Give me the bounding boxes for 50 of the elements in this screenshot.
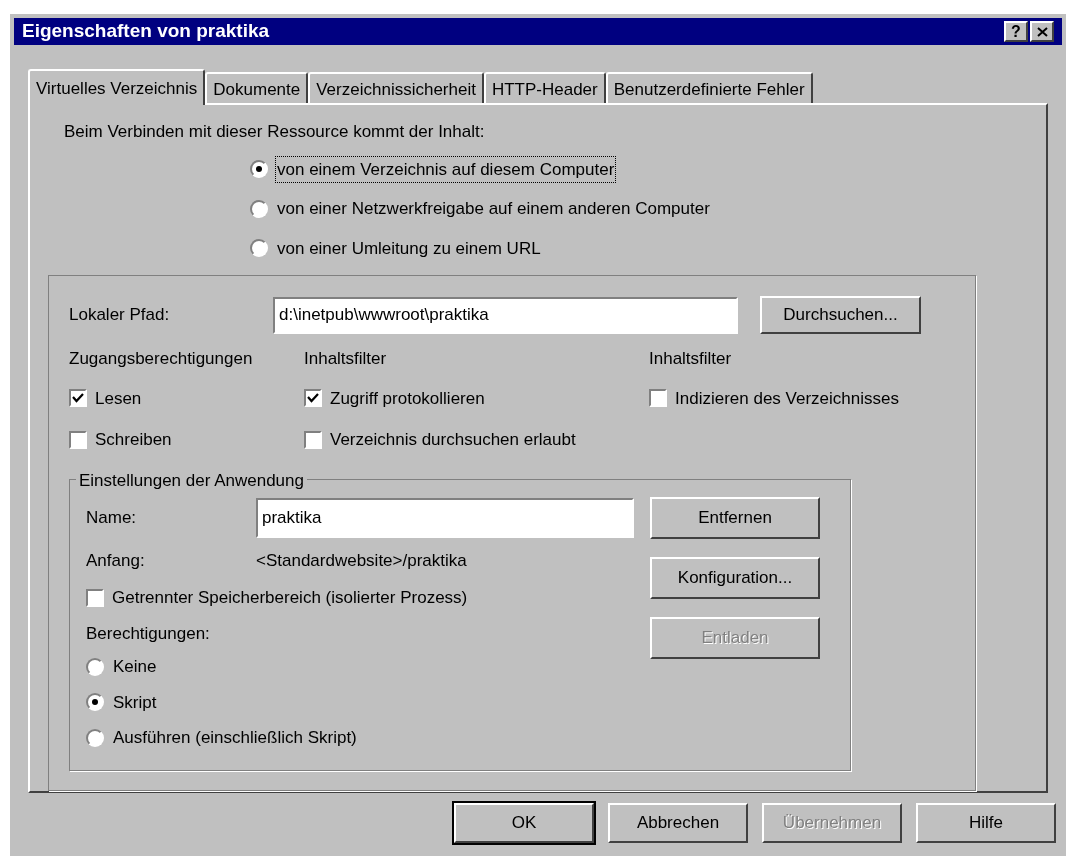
close-icon — [1036, 26, 1048, 37]
radio-label: Ausführen (einschließlich Skript) — [112, 727, 358, 749]
tab[interactable]: Dokumente — [205, 72, 309, 103]
dialog-button[interactable]: Hilfe — [916, 803, 1056, 843]
name-field[interactable]: praktika — [256, 497, 634, 538]
tab[interactable]: Virtuelles Verzeichnis — [28, 69, 206, 105]
group-heading: Inhaltsfilter — [649, 348, 733, 370]
dialog-button[interactable]: OK — [454, 803, 594, 843]
radio-button[interactable] — [250, 160, 268, 179]
checkbox[interactable] — [304, 389, 322, 408]
group-heading: Zugangsberechtigungen — [69, 348, 254, 370]
group-heading: Inhaltsfilter — [304, 348, 388, 370]
dialog-button[interactable]: Abbrechen — [608, 803, 748, 843]
radio-button[interactable] — [86, 728, 104, 747]
checkbox-label: Lesen — [95, 387, 142, 410]
radio-label: Keine — [112, 656, 158, 678]
field-label: Lokaler Pfad: — [69, 304, 171, 327]
radio-label: Skript — [112, 691, 158, 714]
source-label: Beim Verbinden mit dieser Ressource kommt der Inhalt: — [64, 121, 486, 143]
radio-button[interactable] — [86, 657, 104, 676]
tab[interactable]: HTTP-Header — [483, 72, 606, 103]
radio-label: von einem Verzeichnis auf diesem Computer — [276, 156, 616, 182]
window-title: Eigenschaften von praktika — [22, 19, 270, 44]
dialog-button[interactable]: Entfernen — [650, 496, 820, 539]
radio-button[interactable] — [250, 199, 268, 218]
tab[interactable]: Benutzerdefinierte Fehler — [605, 72, 813, 103]
radio-label: von einer Netzwerkfreigabe auf einem anderen Computer — [276, 198, 711, 220]
checkbox-label: Verzeichnis durchsuchen erlaubt — [330, 429, 576, 451]
checkbox[interactable] — [69, 430, 87, 449]
dialog-button[interactable]: Durchsuchen... — [760, 296, 921, 334]
field-label: Anfang: — [86, 549, 146, 572]
checkbox-label: Indizieren des Verzeichnisses — [675, 387, 899, 410]
dialog-button[interactable]: Konfiguration... — [650, 556, 820, 599]
checkbox-label: Zugriff protokollieren — [330, 387, 485, 410]
radio-label: von einer Umleitung zu einem URL — [276, 237, 542, 260]
checkbox[interactable] — [304, 430, 322, 449]
path-field[interactable]: d:\inetpub\wwwroot\praktika — [273, 296, 738, 334]
start-value: <Standardwebsite>/praktika — [256, 549, 467, 572]
permissions-label: Berechtigungen: — [86, 622, 211, 645]
checkbox[interactable] — [649, 389, 667, 408]
radio-button[interactable] — [86, 693, 104, 712]
tab[interactable]: Verzeichnissicherheit — [308, 72, 484, 103]
radio-button[interactable] — [250, 239, 268, 258]
checkbox[interactable] — [86, 588, 104, 607]
checkbox-label: Getrennter Speicherbereich (isolierter Prozess) — [112, 587, 468, 609]
help-button[interactable]: ? — [1004, 21, 1028, 42]
close-button[interactable] — [1030, 21, 1054, 42]
checkbox[interactable] — [69, 389, 87, 408]
field-label: Name: — [86, 506, 138, 529]
checkbox-label: Schreiben — [95, 429, 172, 451]
